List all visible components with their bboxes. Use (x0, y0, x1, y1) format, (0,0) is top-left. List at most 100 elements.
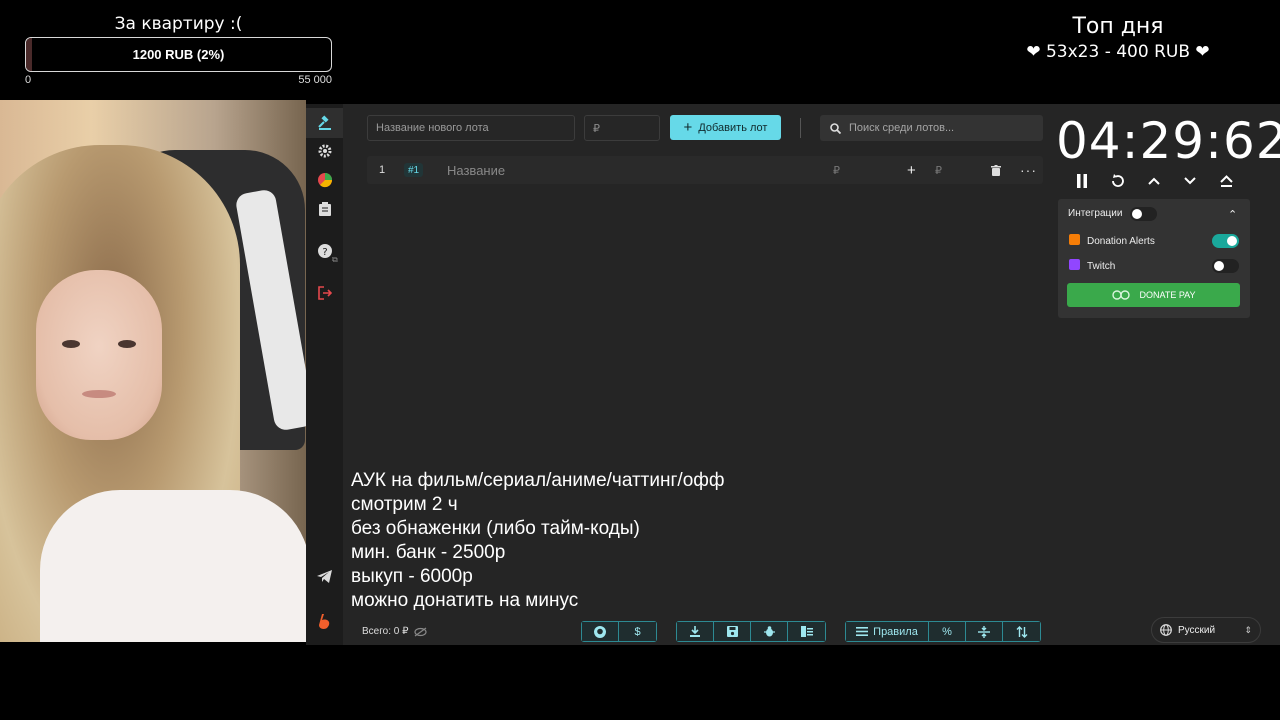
chevron-up-icon[interactable]: ⌃ (1228, 208, 1237, 221)
sort-icon (1016, 625, 1027, 638)
rules-button-label: Правила (873, 625, 918, 638)
rules-list-icon (856, 627, 869, 636)
integrations-panel: Интеграции ⌃ Donation Alerts Twitch DONA… (1058, 199, 1250, 318)
delete-lot-button[interactable] (991, 156, 1001, 184)
nav-logout[interactable] (306, 278, 343, 308)
toggle-knob (1214, 261, 1224, 271)
donatepay-button[interactable]: DONATE PAY (1067, 283, 1240, 307)
goal-progress-text: 1200 RUB (2%) (132, 47, 225, 62)
twitch-toggle[interactable] (1212, 259, 1239, 273)
external-link-icon: ⧉ (332, 255, 338, 264)
logout-icon (317, 286, 332, 300)
rules-line: без обнаженки (либо тайм-коды) (351, 518, 640, 539)
reset-icon (1112, 174, 1124, 187)
select-caret-icon: ⇕ (1244, 624, 1252, 635)
view-button-group: Правила % (845, 621, 1041, 642)
goal-progress-bar: 1200 RUB (2%) (25, 37, 332, 72)
person-face (36, 270, 162, 440)
lot-menu-button[interactable]: ··· (1020, 156, 1037, 184)
links-button-group: $ (581, 621, 657, 642)
pause-icon (1077, 174, 1087, 188)
new-lot-name-input[interactable]: Название нового лота (367, 115, 575, 141)
lot-extra-amount-input[interactable]: ₽ (935, 156, 942, 184)
top-day-title: Топ дня (1072, 14, 1164, 39)
plus-icon: + (683, 119, 693, 136)
total-label: Всего: 0 ₽ (362, 626, 409, 637)
time-down-button[interactable] (1178, 169, 1202, 193)
eye-off-icon[interactable] (414, 627, 428, 637)
language-value: Русский (1178, 624, 1216, 636)
toggle-knob (1227, 236, 1237, 246)
donation-alerts-toggle[interactable] (1212, 234, 1239, 248)
top-donor-widget: Топ дня ❤ 53x23 - 400 RUB ❤ (1018, 14, 1218, 62)
donation-goal-widget: За квартиру :( 1200 RUB (2%) 0 55 000 (25, 14, 332, 86)
nav-statistics[interactable] (306, 165, 343, 195)
help-icon: ? (317, 244, 332, 258)
donatepay-label: DONATE PAY (1139, 290, 1196, 300)
timer-mode-button[interactable] (1214, 169, 1238, 193)
add-lot-button[interactable]: + Добавить лот (670, 115, 781, 140)
archive-icon (800, 626, 813, 637)
language-select[interactable]: Русский ⇕ (1151, 617, 1261, 643)
new-lot-amount-input[interactable]: ₽ (584, 115, 660, 141)
bug-report-button[interactable] (751, 622, 788, 641)
eject-icon (1219, 175, 1233, 187)
add-lot-label: Добавить лот (698, 121, 768, 134)
compress-icon (978, 625, 990, 638)
nav-boosty[interactable] (306, 607, 343, 637)
archive-button[interactable] (788, 622, 825, 641)
rules-line: мин. банк - 2500р (351, 542, 506, 563)
rules-line: смотрим 2 ч (351, 494, 458, 515)
auction-timer: 04:29:62 (1056, 112, 1280, 170)
save-button[interactable] (714, 622, 751, 641)
download-icon (690, 626, 700, 637)
integrations-title: Интеграции (1068, 208, 1123, 219)
top-day-entry: ❤ 53x23 - 400 RUB ❤ (1026, 42, 1210, 62)
integrations-master-toggle[interactable] (1130, 207, 1157, 221)
nav-settings[interactable] (306, 136, 343, 166)
gavel-icon (317, 115, 331, 130)
reset-timer-button[interactable] (1106, 169, 1130, 193)
github-icon (594, 625, 606, 638)
search-icon (830, 122, 841, 134)
percent-button[interactable]: % (929, 622, 966, 641)
chevron-up-icon (1148, 177, 1160, 185)
compress-button[interactable] (966, 622, 1003, 641)
globe-icon (1160, 624, 1172, 636)
chevron-down-icon (1184, 177, 1196, 185)
github-button[interactable] (582, 622, 619, 641)
person-sweater (40, 490, 306, 642)
svg-text:?: ? (322, 247, 327, 258)
lot-search-input[interactable]: Поиск среди лотов... (820, 115, 1043, 141)
pause-button[interactable] (1070, 169, 1094, 193)
side-navigation: ? ⧉ (306, 104, 343, 645)
sort-button[interactable] (1003, 622, 1040, 641)
rules-button[interactable]: Правила (846, 622, 929, 641)
goal-max: 55 000 (298, 74, 332, 86)
lot-add-amount-button[interactable]: + (907, 156, 916, 184)
auction-app: ? ⧉ Название нового лота ₽ + Добавить ло… (306, 104, 1280, 645)
time-up-button[interactable] (1142, 169, 1166, 193)
goal-min: 0 (25, 74, 32, 86)
rules-line: АУК на фильм/сериал/аниме/чаттинг/офф (351, 470, 725, 491)
lot-name-input[interactable]: Название (447, 156, 505, 184)
download-button[interactable] (677, 622, 714, 641)
lot-amount-input[interactable]: ₽ (833, 156, 840, 184)
toolbar-divider (800, 118, 801, 138)
nav-auction[interactable] (306, 108, 343, 138)
lot-id-badge[interactable]: #1 (404, 163, 424, 177)
lot-row: 1 #1 Название ₽ + ₽ ··· (367, 156, 1043, 184)
nav-history[interactable] (306, 194, 343, 224)
boosty-icon (318, 614, 329, 629)
nav-telegram[interactable] (306, 561, 343, 591)
rules-line: можно донатить на минус (351, 590, 579, 611)
rules-line: выкуп - 6000р (351, 566, 473, 587)
donation-alerts-icon (1069, 234, 1080, 245)
percent-icon: % (942, 625, 952, 638)
donate-dev-button[interactable]: $ (619, 622, 656, 641)
twitch-icon (1069, 259, 1080, 270)
goal-title: За квартиру :( (114, 14, 243, 34)
webcam-feed (0, 100, 306, 642)
timer-controls (1068, 169, 1248, 193)
search-placeholder: Поиск среди лотов... (849, 122, 955, 134)
